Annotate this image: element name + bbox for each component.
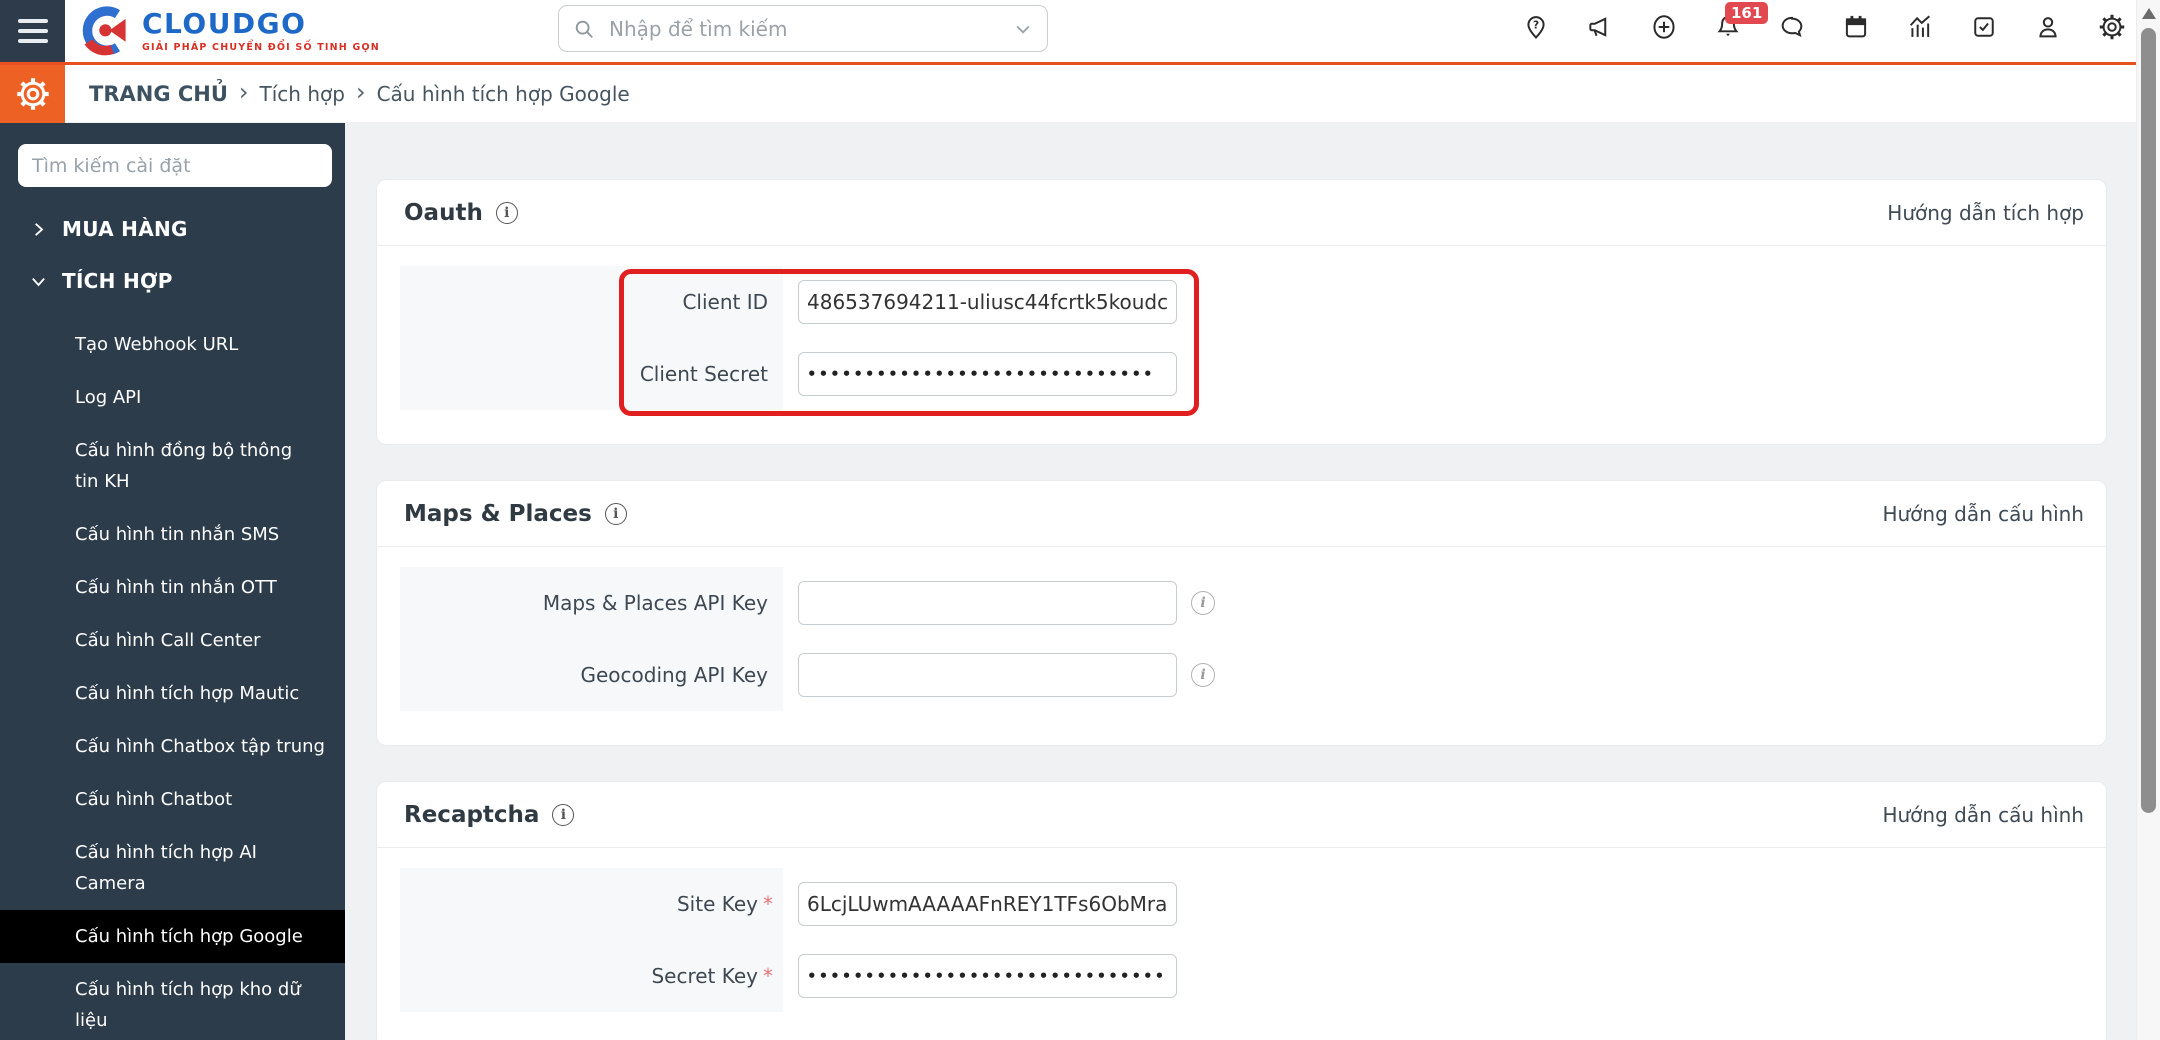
chevron-right-icon [35,222,44,236]
sidebar-item-mautic[interactable]: Cấu hình tích hợp Mautic [0,667,345,720]
card-title: Maps & Places [404,500,592,527]
search-icon [575,20,593,38]
required-asterisk: * [763,892,773,916]
info-icon[interactable] [552,803,575,826]
breadcrumb: TRANG CHỦ › Tích hợp › Cấu hình tích hợp… [89,77,630,106]
sidebar-item-ai-camera[interactable]: Cấu hình tích hợp AI Camera [0,826,345,910]
add-plus-icon[interactable] [1650,13,1678,41]
sidebar-item-tin-nhan-sms[interactable]: Cấu hình tin nhắn SMS [0,508,345,561]
global-search-input[interactable] [607,15,1013,42]
topbar: CLOUDGO GIẢI PHÁP CHUYỂN ĐỔI SỐ TINH GỌN… [0,0,2160,62]
oauth-card: Oauth Hướng dẫn tích hợp Client ID Clien… [376,179,2107,445]
maps-places-card: Maps & Places Hướng dẫn cấu hình Maps & … [376,480,2107,746]
scrollbar-thumb[interactable] [2141,28,2156,813]
breadcrumb-row: TRANG CHỦ › Tích hợp › Cấu hình tích hợp… [0,62,2160,123]
chevron-down-icon[interactable] [1013,19,1033,39]
topbar-icon-row: ? 161 [1522,2,2126,41]
client-secret-input[interactable] [798,352,1177,396]
settings-gear-icon[interactable] [2098,13,2126,41]
breadcrumb-separator: › [355,77,366,106]
settings-sidebar: MUA HÀNG TÍCH HỢP Tạo Webhook URL Log AP… [0,123,345,1040]
analytics-chart-icon[interactable] [1906,13,1934,41]
form-row: Site Key * [377,868,2106,940]
site-key-input[interactable] [798,882,1177,926]
card-header: Recaptcha Hướng dẫn cấu hình [377,782,2106,848]
sidebar-section-label: TÍCH HỢP [62,269,173,293]
sidebar-section-label: MUA HÀNG [62,217,188,241]
geocoding-api-key-label: Geocoding API Key [580,663,768,687]
sidebar-section-mua-hang[interactable]: MUA HÀNG [0,203,345,255]
sidebar-search-input[interactable] [18,144,332,187]
card-body: Maps & Places API Key Geocoding API Key [377,567,2106,711]
user-profile-icon[interactable] [2034,13,2062,41]
gear-icon [16,77,49,110]
sidebar-item-call-center[interactable]: Cấu hình Call Center [0,614,345,667]
sidebar-item-kho-du-lieu[interactable]: Cấu hình tích hợp kho dữ liệu [0,963,345,1040]
recaptcha-card: Recaptcha Hướng dẫn cấu hình Site Key* S… [376,781,2107,1040]
maps-api-key-label: Maps & Places API Key [542,591,768,615]
sidebar-item-google-active[interactable]: Cấu hình tích hợp Google [0,910,345,963]
sidebar-item-log-api[interactable]: Log API [0,371,345,424]
secret-key-input[interactable] [798,954,1177,998]
sidebar-item-tin-nhan-ott[interactable]: Cấu hình tin nhắn OTT [0,561,345,614]
card-title: Oauth [404,199,483,226]
maps-api-key-input[interactable] [798,581,1177,625]
cloudgo-logo-icon [82,6,126,56]
sidebar-item-chatbox-tap-trung[interactable]: Cấu hình Chatbox tập trung [0,720,345,773]
sidebar-item-chatbot[interactable]: Cấu hình Chatbot [0,773,345,826]
form-row: Secret Key * [377,940,2106,1012]
config-guide-link[interactable]: Hướng dẫn cấu hình [1882,803,2084,827]
app-window: CLOUDGO GIẢI PHÁP CHUYỂN ĐỔI SỐ TINH GỌN… [0,0,2160,1040]
info-icon[interactable] [495,201,518,224]
notifications-bell-icon[interactable]: 161 [1714,2,1769,41]
card-header: Maps & Places Hướng dẫn cấu hình [377,481,2106,547]
form-row: Client ID [377,266,2106,338]
global-search [558,5,1048,52]
hamburger-menu-button[interactable] [0,0,65,62]
tasks-checkbox-icon[interactable] [1970,13,1998,41]
announcement-megaphone-icon[interactable] [1586,13,1614,41]
cloudgo-logo[interactable]: CLOUDGO GIẢI PHÁP CHUYỂN ĐỔI SỐ TINH GỌN [76,4,380,58]
sidebar-item-tao-webhook-url[interactable]: Tạo Webhook URL [0,318,345,371]
site-key-label: Site Key * [676,892,773,916]
geocoding-api-key-input[interactable] [798,653,1177,697]
config-guide-link[interactable]: Hướng dẫn cấu hình [1882,502,2084,526]
form-row: Client Secret [377,338,2106,410]
client-secret-label: Client Secret [639,362,768,386]
card-body: Site Key* Secret Key* [377,868,2106,1012]
client-id-label: Client ID [682,290,768,314]
client-id-input[interactable] [798,280,1177,324]
info-icon[interactable] [1191,663,1215,687]
chat-bubble-icon[interactable] [1778,13,1806,41]
page-scrollbar [2136,0,2160,1040]
info-icon[interactable] [604,502,627,525]
breadcrumb-separator: › [238,77,249,106]
card-header: Oauth Hướng dẫn tích hợp [377,180,2106,246]
form-row: Geocoding API Key [377,639,2106,711]
notification-count-badge: 161 [1725,2,1769,24]
location-help-icon[interactable]: ? [1522,13,1550,41]
sidebar-item-dong-bo-thong-tin-kh[interactable]: Cấu hình đồng bộ thông tin KH [0,424,345,508]
calendar-icon[interactable] [1842,13,1870,41]
secret-key-label: Secret Key * [651,964,773,988]
integration-guide-link[interactable]: Hướng dẫn tích hợp [1887,201,2084,225]
chevron-down-icon [32,277,45,286]
scrollbar-up-arrow[interactable] [2142,8,2156,19]
logo-tagline: GIẢI PHÁP CHUYỂN ĐỔI SỐ TINH GỌN [142,41,380,53]
breadcrumb-current-page: Cấu hình tích hợp Google [376,81,630,106]
required-asterisk: * [763,964,773,988]
logo-text: CLOUDGO [142,6,307,40]
settings-tile[interactable] [0,64,65,123]
main-content: Oauth Hướng dẫn tích hợp Client ID Clien… [345,123,2136,1040]
sidebar-item-list: Tạo Webhook URL Log API Cấu hình đồng bộ… [0,318,345,1040]
breadcrumb-integration[interactable]: Tích hợp [260,82,345,106]
sidebar-section-tich-hop[interactable]: TÍCH HỢP [0,255,345,307]
breadcrumb-home[interactable]: TRANG CHỦ [89,82,228,106]
form-row: Maps & Places API Key [377,567,2106,639]
info-icon[interactable] [1191,591,1215,615]
svg-text:?: ? [1533,20,1539,32]
card-title: Recaptcha [404,801,540,828]
card-body: Client ID Client Secret [377,266,2106,410]
